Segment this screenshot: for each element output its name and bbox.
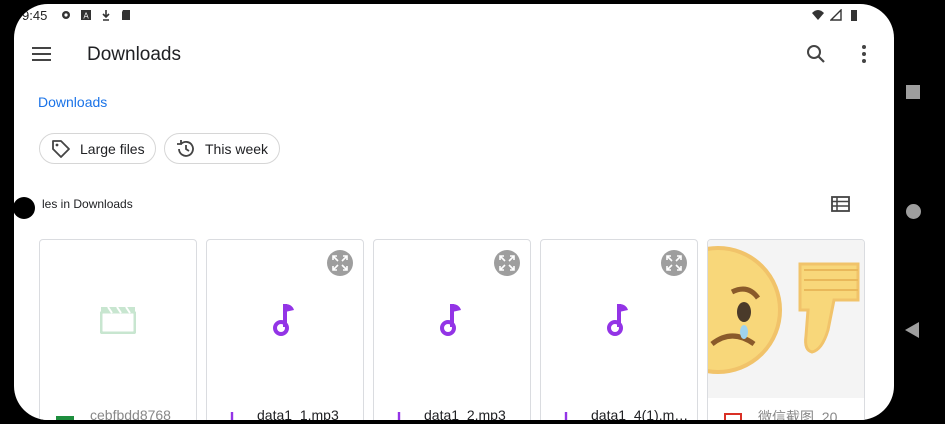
list-view-icon[interactable]	[830, 194, 852, 214]
audio-file-icon	[230, 412, 234, 420]
file-card[interactable]: cebfbdd8768	[39, 239, 197, 420]
expand-icon	[666, 255, 682, 271]
file-name: data1_2.mp3	[424, 407, 506, 420]
file-name: data1_1.mp3	[257, 407, 339, 420]
expand-preview-button[interactable]	[494, 250, 520, 276]
file-card[interactable]: data1_4(1).m…	[540, 239, 698, 420]
more-vert-icon[interactable]	[852, 42, 876, 66]
back-icon[interactable]	[905, 322, 919, 338]
file-card[interactable]: data1_1.mp3	[206, 239, 364, 420]
recents-icon[interactable]	[906, 85, 920, 99]
app-bar: Downloads	[14, 28, 894, 80]
status-time: 9:45	[22, 8, 48, 23]
search-icon[interactable]	[804, 42, 828, 66]
a-box-icon: A	[81, 10, 91, 21]
chip-large-files[interactable]: Large files	[39, 133, 156, 164]
chip-label: This week	[205, 140, 269, 157]
audio-file-icon	[564, 412, 568, 420]
image-thumbnail	[708, 240, 864, 398]
home-icon[interactable]	[906, 204, 921, 219]
video-file-icon	[100, 306, 136, 334]
file-name: cebfbdd8768	[90, 407, 171, 420]
settings-icon	[62, 11, 70, 19]
signal-icon	[830, 9, 842, 21]
sd-card-icon	[122, 10, 130, 20]
expand-preview-button[interactable]	[661, 250, 687, 276]
camera-cutout	[13, 197, 35, 219]
status-bar: 9:45 A	[14, 4, 894, 28]
video-file-icon	[56, 416, 74, 420]
device-frame: 9:45 A Downloads Downloads Large files T…	[0, 0, 945, 424]
expand-icon	[332, 255, 348, 271]
svg-text:A: A	[83, 12, 89, 21]
expand-preview-button[interactable]	[327, 250, 353, 276]
status-icons-left: A	[60, 9, 132, 21]
tag-icon	[52, 139, 70, 158]
audio-file-icon	[397, 412, 401, 420]
section-title: les in Downloads	[42, 197, 133, 211]
chip-label: Large files	[80, 140, 145, 157]
image-file-icon	[724, 413, 742, 420]
breadcrumb[interactable]: Downloads	[38, 94, 107, 110]
battery-icon	[851, 10, 857, 21]
audio-file-icon	[607, 304, 628, 336]
download-icon	[102, 10, 110, 21]
file-name: 微信截图_20	[758, 409, 838, 420]
screen: 9:45 A Downloads Downloads Large files T…	[14, 4, 894, 420]
file-name: data1_4(1).m…	[591, 407, 689, 420]
wifi-icon	[812, 10, 824, 20]
file-card[interactable]: 微信截图_20	[707, 239, 865, 420]
page-title: Downloads	[87, 44, 181, 65]
status-icons-right	[812, 9, 860, 21]
history-icon	[177, 139, 194, 157]
sad-emoji-thumbs-down-image	[708, 240, 864, 398]
audio-file-icon	[273, 304, 294, 336]
audio-file-icon	[440, 304, 461, 336]
chip-this-week[interactable]: This week	[164, 133, 280, 164]
hamburger-menu-icon[interactable]	[30, 42, 56, 66]
file-card[interactable]: data1_2.mp3	[373, 239, 531, 420]
expand-icon	[499, 255, 515, 271]
file-thumbnail	[40, 240, 196, 398]
